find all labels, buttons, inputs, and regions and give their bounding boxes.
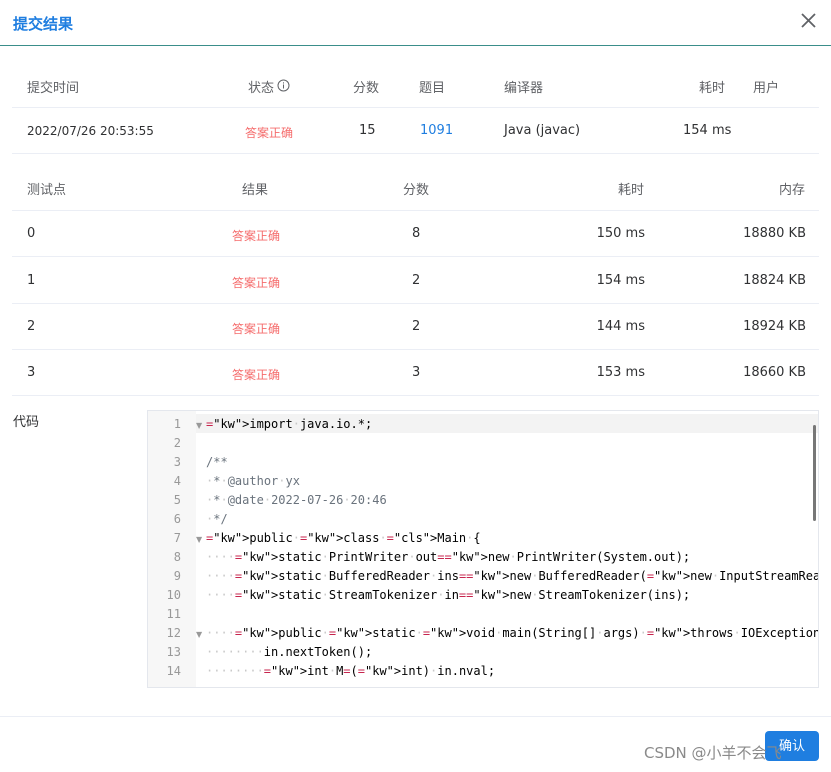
fold-arrow-icon[interactable]: ▼: [196, 535, 202, 544]
line-number: 9: [173, 569, 181, 583]
code-line: ····="kw">static·BufferedReader·ins=="kw…: [206, 569, 819, 583]
col-header-result: 结果: [242, 183, 269, 198]
line-number: 6: [173, 512, 181, 526]
code-line: ·*/: [206, 512, 228, 526]
testcase-duration: 154 ms: [596, 273, 645, 288]
line-number: 8: [173, 550, 181, 564]
testcase-score: 2: [412, 319, 421, 334]
testcase-memory: 18824 KB: [743, 273, 806, 288]
testcase-id: 0: [27, 226, 36, 241]
line-number: 13: [166, 645, 181, 659]
col-header-status: 状态: [248, 81, 275, 96]
col-header-testcase: 测试点: [27, 183, 67, 198]
testcase-score: 3: [412, 365, 421, 380]
problem-link[interactable]: 1091: [420, 123, 453, 138]
fold-arrow-icon[interactable]: ▼: [196, 421, 202, 430]
watermark: CSDN @小羊不会飞: [644, 744, 782, 762]
testcase-result: 答案正确: [232, 322, 281, 336]
close-icon[interactable]: [796, 9, 820, 33]
status-badge: 答案正确: [245, 126, 294, 140]
code-line: ·*·@author·yx: [206, 474, 300, 488]
divider: [12, 107, 819, 108]
line-number: 2: [173, 436, 181, 450]
line-number: 10: [166, 588, 181, 602]
testcase-duration: 153 ms: [596, 365, 645, 380]
code-line: ="kw">public·="kw">class·="cls">Main·{: [206, 531, 481, 545]
dialog-title: 提交结果: [13, 15, 74, 33]
line-number: 12: [166, 626, 181, 640]
col-header-score: 分数: [353, 81, 380, 96]
code-line: ········="kw">int·M=(="kw">int)·in.nval;: [206, 664, 496, 678]
line-number: 4: [173, 474, 181, 488]
testcase-duration: 144 ms: [596, 319, 645, 334]
testcase-result: 答案正确: [232, 276, 281, 290]
footer-divider: [0, 716, 831, 717]
testcase-memory: 18660 KB: [743, 365, 806, 380]
info-icon[interactable]: [277, 77, 290, 92]
code-line: ="kw">import·java.io.*;: [206, 417, 373, 431]
code-line: ········in.nextToken();: [206, 645, 373, 659]
total-score: 15: [359, 123, 376, 138]
divider: [12, 210, 819, 211]
testcase-score: 8: [412, 226, 421, 241]
col-header-user: 用户: [753, 81, 780, 96]
code-editor[interactable]: 1 2 3 4 5 6 7 8 9 10 11 12 13 14 ▼ ▼ ▼ =…: [147, 410, 819, 688]
line-number: 14: [166, 664, 181, 678]
code-line: ····="kw">static·StreamTokenizer·in=="kw…: [206, 588, 691, 602]
col-header-duration: 耗时: [699, 81, 726, 96]
col-header-time: 提交时间: [27, 81, 80, 96]
divider: [12, 153, 819, 154]
divider: [12, 395, 819, 396]
testcase-id: 3: [27, 365, 36, 380]
testcase-score: 2: [412, 273, 421, 288]
submit-time: 2022/07/26 20:53:55: [27, 124, 154, 138]
testcase-memory: 18924 KB: [743, 319, 806, 334]
duration-value: 154 ms: [683, 123, 732, 138]
divider: [12, 349, 819, 350]
code-line: /**: [206, 455, 228, 469]
code-line: ····="kw">static·PrintWriter·out=="kw">n…: [206, 550, 691, 564]
testcase-id: 2: [27, 319, 36, 334]
col-header-compiler: 编译器: [504, 81, 544, 96]
testcase-result: 答案正确: [232, 229, 281, 243]
testcase-memory: 18880 KB: [743, 226, 806, 241]
editor-scrollbar[interactable]: [813, 425, 816, 521]
testcase-id: 1: [27, 273, 36, 288]
compiler-value: Java (javac): [504, 123, 581, 138]
col-header-score: 分数: [403, 183, 430, 198]
code-line: ·*·@date·2022-07-26·20:46: [206, 493, 387, 507]
fold-arrow-icon[interactable]: ▼: [196, 630, 202, 639]
code-label: 代码: [13, 415, 40, 430]
divider: [12, 303, 819, 304]
col-header-problem: 题目: [419, 81, 446, 96]
testcase-duration: 150 ms: [596, 226, 645, 241]
col-header-duration: 耗时: [618, 183, 645, 198]
line-number: 1: [173, 417, 181, 431]
line-number: 3: [173, 455, 181, 469]
line-number: 11: [166, 607, 181, 621]
divider: [12, 256, 819, 257]
dialog-header: 提交结果: [0, 0, 831, 46]
col-header-memory: 内存: [779, 183, 806, 198]
line-number: 7: [173, 531, 181, 545]
testcase-result: 答案正确: [232, 368, 281, 382]
line-number: 5: [173, 493, 181, 507]
code-line: ····="kw">public·="kw">static·="kw">void…: [206, 626, 819, 640]
